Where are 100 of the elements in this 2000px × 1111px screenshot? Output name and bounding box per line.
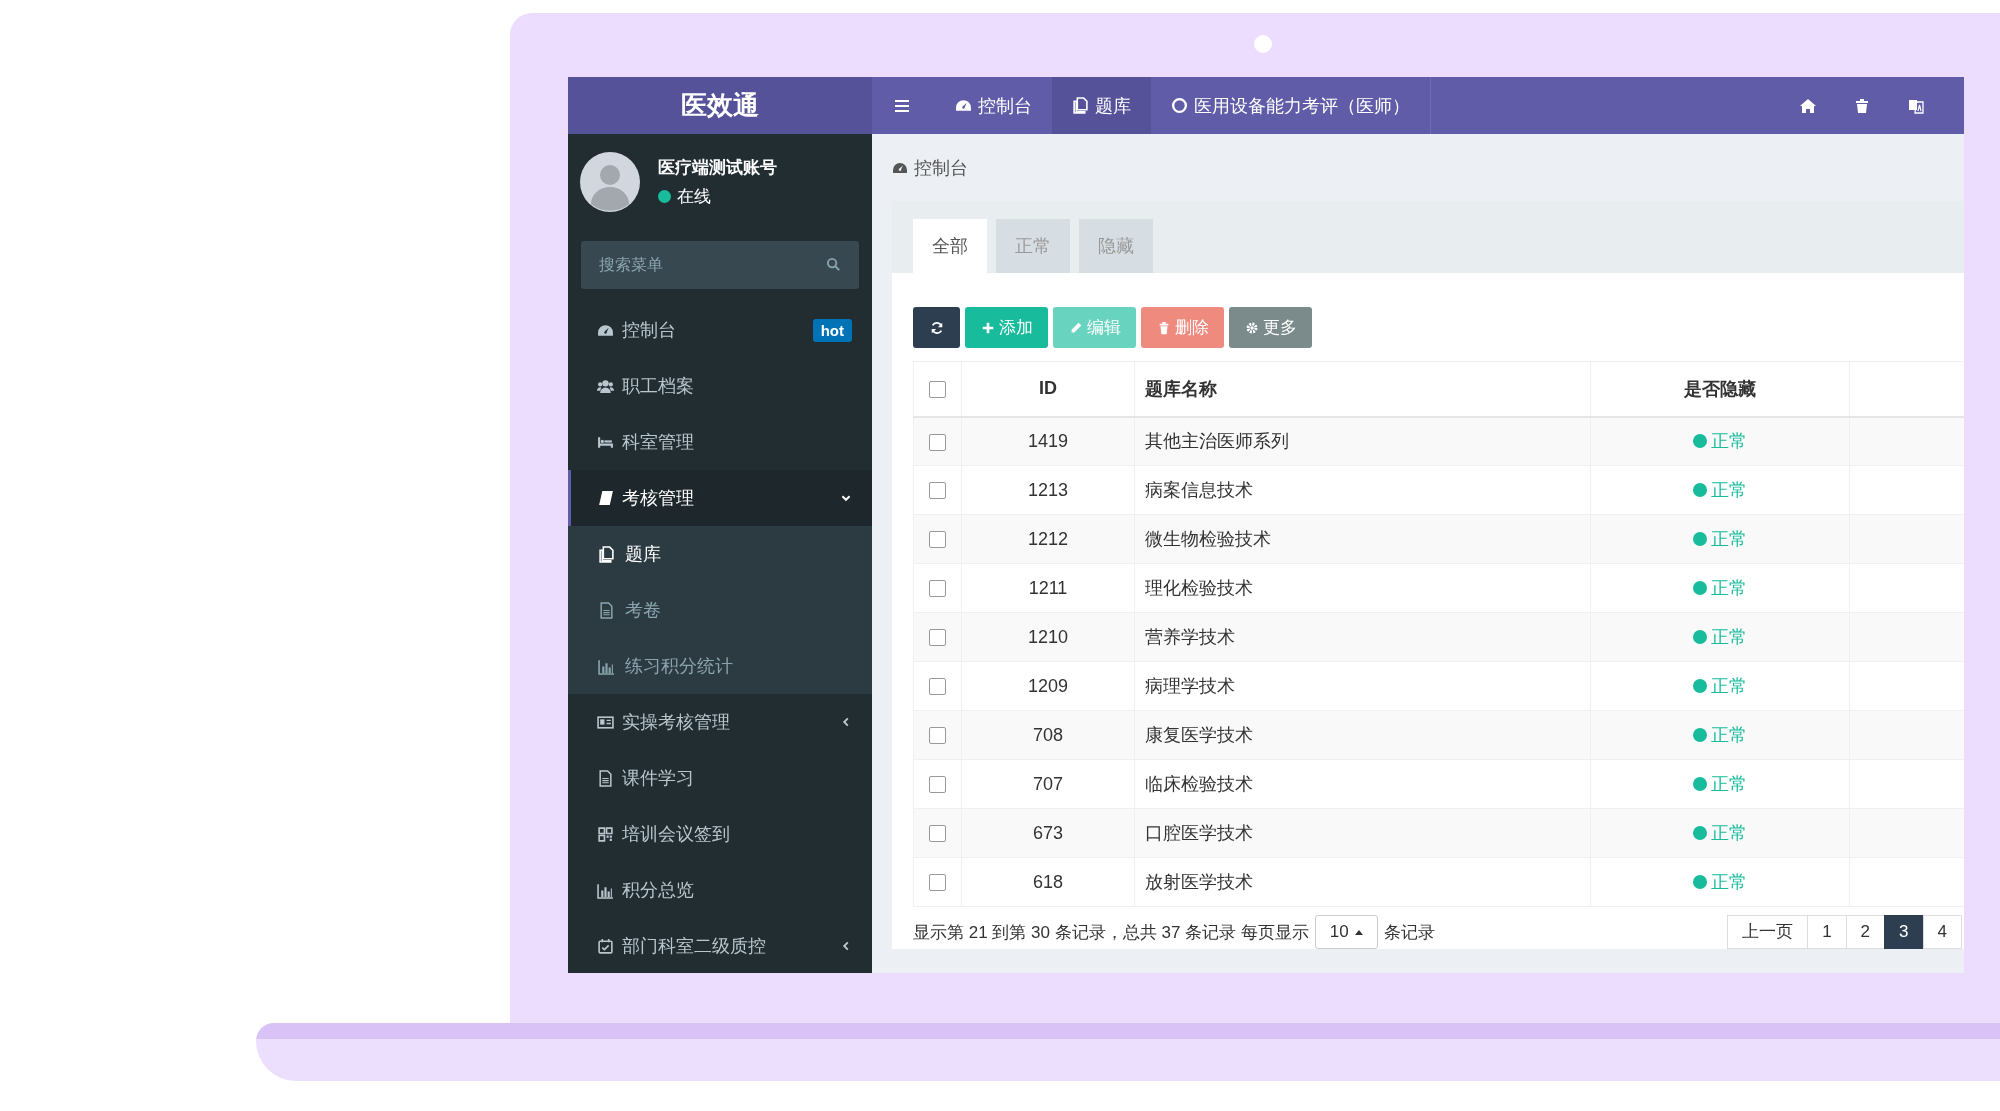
column-header: 题库名称 (1134, 361, 1591, 417)
menu-item[interactable]: 课件学习 (568, 750, 872, 806)
column-header: 是否隐藏 (1590, 361, 1850, 417)
more-button[interactable]: 更多 (1229, 307, 1312, 348)
status-text: 正常 (1711, 822, 1747, 845)
page-button[interactable]: 4 (1922, 915, 1962, 949)
circle-icon (1171, 97, 1188, 114)
camera-dot (1254, 35, 1272, 53)
menu-item[interactable]: 科室管理 (568, 414, 872, 470)
dashboard-icon (955, 97, 972, 114)
menu-item[interactable]: 积分总览 (568, 862, 872, 918)
menu-item[interactable]: 培训会议签到 (568, 806, 872, 862)
checkbox[interactable] (929, 629, 946, 647)
search-icon[interactable] (826, 257, 841, 272)
status-dot (1693, 875, 1707, 889)
menu-item[interactable]: 实操考核管理 (568, 694, 872, 750)
table-cell: 其他主治医师系列 (1134, 416, 1591, 466)
caret-icon (1354, 929, 1363, 935)
table-cell: 营养学技术 (1134, 612, 1591, 662)
checkbox[interactable] (929, 874, 946, 892)
status-dot (1693, 777, 1707, 791)
column-header: ID (961, 361, 1135, 417)
bar-chart-icon (597, 881, 614, 899)
table-cell: 口腔医学技术 (1134, 808, 1591, 858)
status-text: 正常 (1711, 675, 1747, 698)
checkbox[interactable] (929, 531, 946, 549)
status-text: 正常 (1711, 577, 1747, 600)
hot-badge: hot (812, 318, 852, 342)
avatar (580, 152, 640, 212)
table-cell: 673 (961, 808, 1135, 858)
status-dot (1693, 630, 1707, 644)
table-cell: 1210 (961, 612, 1135, 662)
menu-item[interactable]: 部门科室二级质控 (568, 918, 872, 973)
status-text: 正常 (1711, 430, 1747, 454)
page-button[interactable]: 1 (1807, 915, 1847, 949)
menu-icon[interactable] (894, 97, 910, 114)
copy-icon (1072, 97, 1089, 114)
search-field[interactable]: 搜索菜单 (581, 241, 859, 289)
menu-item[interactable]: 控制台 hot (568, 302, 872, 358)
page-summary-suffix: 条记录 (1383, 921, 1435, 944)
gear-icon (1244, 320, 1259, 335)
status-text: 正常 (1711, 773, 1747, 796)
menu-item[interactable]: 职工档案 (568, 358, 872, 414)
user-status: 在线 (677, 186, 711, 208)
submenu-item[interactable]: 题库 (568, 526, 872, 582)
status-dot (1693, 728, 1707, 742)
checkbox[interactable] (929, 482, 946, 500)
table-cell: 1211 (961, 563, 1135, 613)
status-dot (1693, 581, 1707, 595)
table-cell: 1213 (961, 465, 1135, 515)
trash-icon[interactable] (1854, 97, 1870, 114)
menu-item[interactable]: 考核管理 (568, 470, 872, 526)
home-icon[interactable] (1800, 97, 1816, 114)
table-cell: 病案信息技术 (1134, 465, 1591, 515)
table-cell: 康复医学技术 (1134, 710, 1591, 760)
nav-tab[interactable]: 控制台 (935, 77, 1052, 134)
nav-tab[interactable]: 医用设备能力考评（医师） (1151, 77, 1431, 134)
bar-chart-icon (598, 657, 615, 675)
table-cell: 707 (961, 759, 1135, 809)
submenu-item[interactable]: 考卷 (568, 582, 872, 638)
submenu-item[interactable]: 练习积分统计 (568, 638, 872, 694)
page-button[interactable]: 3 (1884, 915, 1924, 949)
app-logo: 医效通 (568, 77, 872, 134)
breadcrumb[interactable]: 控制台 (914, 155, 968, 180)
checkbox[interactable] (929, 678, 946, 696)
document-icon (598, 601, 615, 619)
table-cell: 618 (961, 857, 1135, 907)
table-cell: 临床检验技术 (1134, 759, 1591, 809)
status-text: 正常 (1711, 479, 1747, 502)
status-dot (1693, 679, 1707, 693)
document-icon (597, 769, 614, 787)
refresh-button[interactable] (913, 307, 960, 348)
translate-icon[interactable] (1908, 97, 1924, 114)
status-text: 正常 (1711, 871, 1747, 894)
page-size-select[interactable]: 10 (1314, 915, 1378, 949)
checkbox[interactable] (929, 825, 946, 843)
table-cell: 理化检验技术 (1134, 563, 1591, 613)
online-dot (658, 190, 671, 203)
tab[interactable]: 全部 (913, 219, 987, 273)
id-card-icon (597, 713, 614, 731)
table-cell: 708 (961, 710, 1135, 760)
checkbox[interactable] (929, 381, 946, 398)
page-summary: 显示第 21 到第 30 条记录，总共 37 条记录 每页显示 (913, 921, 1309, 944)
checkbox[interactable] (929, 776, 946, 794)
status-text: 正常 (1711, 528, 1747, 551)
table-cell: 微生物检验技术 (1134, 514, 1591, 564)
status-dot (1693, 434, 1707, 449)
page-button[interactable]: 上一页 (1727, 915, 1809, 949)
checkbox[interactable] (929, 727, 946, 745)
checkbox[interactable] (929, 433, 946, 451)
status-dot (1693, 532, 1707, 546)
plus-icon (980, 320, 995, 335)
checkbox[interactable] (929, 580, 946, 598)
user-name: 医疗端测试账号 (658, 157, 777, 179)
qr-code-icon (597, 825, 614, 843)
status-text: 正常 (1711, 626, 1747, 649)
copy-icon (598, 545, 615, 563)
table-cell: 1209 (961, 661, 1135, 711)
table-cell: 放射医学技术 (1134, 857, 1591, 907)
nav-tab[interactable]: 题库 (1052, 77, 1151, 134)
